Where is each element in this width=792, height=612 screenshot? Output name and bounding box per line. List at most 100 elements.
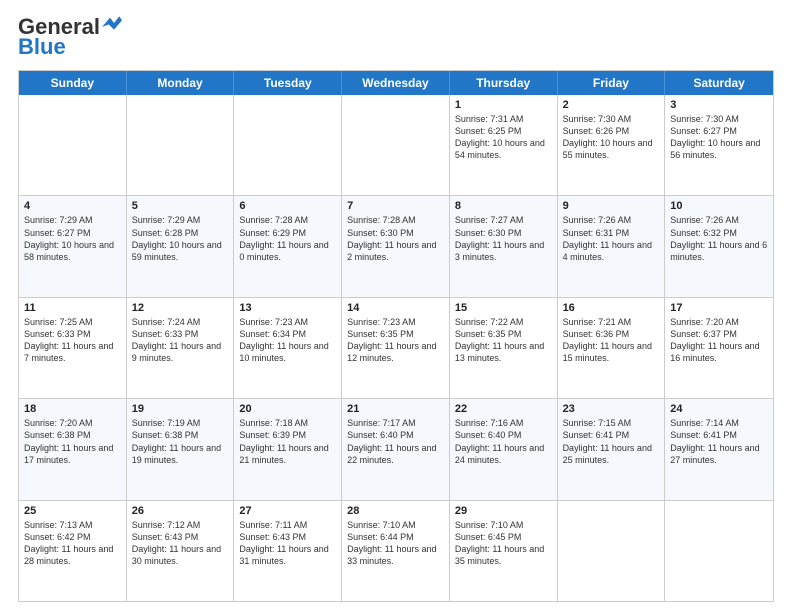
day-info: Sunrise: 7:24 AM Sunset: 6:33 PM Dayligh…: [132, 316, 229, 365]
day-number: 12: [132, 302, 229, 314]
day-number: 16: [563, 302, 660, 314]
day-number: 22: [455, 403, 552, 415]
day-header-tuesday: Tuesday: [234, 71, 342, 95]
calendar-day-2: 2 Sunrise: 7:30 AM Sunset: 6:26 PM Daylig…: [558, 95, 666, 195]
day-header-monday: Monday: [127, 71, 235, 95]
day-number: 3: [670, 99, 768, 111]
day-info: Sunrise: 7:14 AM Sunset: 6:41 PM Dayligh…: [670, 417, 768, 466]
day-info: Sunrise: 7:10 AM Sunset: 6:45 PM Dayligh…: [455, 519, 552, 568]
day-info: Sunrise: 7:26 AM Sunset: 6:31 PM Dayligh…: [563, 214, 660, 263]
day-info: Sunrise: 7:27 AM Sunset: 6:30 PM Dayligh…: [455, 214, 552, 263]
calendar-day-10: 10 Sunrise: 7:26 AM Sunset: 6:32 PM Dayli…: [665, 196, 773, 296]
calendar-day-5: 5Sunrise: 7:29 AM Sunset: 6:28 PM Daylig…: [127, 196, 235, 296]
day-number: 2: [563, 99, 660, 111]
day-info: Sunrise: 7:10 AM Sunset: 6:44 PM Dayligh…: [347, 519, 444, 568]
calendar-day-26: 26 Sunrise: 7:12 AM Sunset: 6:43 PM Dayli…: [127, 501, 235, 601]
day-number: 4: [24, 200, 121, 212]
calendar-body: 1 Sunrise: 7:31 AM Sunset: 6:25 PM Daylig…: [19, 95, 773, 601]
day-number: 5: [132, 200, 229, 212]
day-number: 6: [239, 200, 336, 212]
calendar-day-25: 25Sunrise: 7:13 AM Sunset: 6:42 PM Dayli…: [19, 501, 127, 601]
day-info: Sunrise: 7:15 AM Sunset: 6:41 PM Dayligh…: [563, 417, 660, 466]
day-number: 14: [347, 302, 444, 314]
day-info: Sunrise: 7:30 AM Sunset: 6:27 PM Dayligh…: [670, 113, 768, 162]
day-info: Sunrise: 7:26 AM Sunset: 6:32 PM Dayligh…: [670, 214, 768, 263]
calendar-day-3: 3 Sunrise: 7:30 AM Sunset: 6:27 PM Daylig…: [665, 95, 773, 195]
calendar-day-19: 19Sunrise: 7:19 AM Sunset: 6:38 PM Dayli…: [127, 399, 235, 499]
day-info: Sunrise: 7:17 AM Sunset: 6:40 PM Dayligh…: [347, 417, 444, 466]
day-info: Sunrise: 7:29 AM Sunset: 6:27 PM Dayligh…: [24, 214, 121, 263]
day-header-thursday: Thursday: [450, 71, 558, 95]
day-info: Sunrise: 7:23 AM Sunset: 6:34 PM Dayligh…: [239, 316, 336, 365]
day-number: 29: [455, 505, 552, 517]
day-number: 13: [239, 302, 336, 314]
day-header-wednesday: Wednesday: [342, 71, 450, 95]
day-info: Sunrise: 7:22 AM Sunset: 6:35 PM Dayligh…: [455, 316, 552, 365]
header: General Blue: [18, 16, 774, 60]
day-number: 9: [563, 200, 660, 212]
calendar-header: SundayMondayTuesdayWednesdayThursdayFrid…: [19, 71, 773, 95]
calendar-day-22: 22 Sunrise: 7:16 AM Sunset: 6:40 PM Dayli…: [450, 399, 558, 499]
day-info: Sunrise: 7:13 AM Sunset: 6:42 PM Dayligh…: [24, 519, 121, 568]
day-info: Sunrise: 7:28 AM Sunset: 6:30 PM Dayligh…: [347, 214, 444, 263]
logo: General Blue: [18, 16, 122, 60]
day-info: Sunrise: 7:11 AM Sunset: 6:43 PM Dayligh…: [239, 519, 336, 568]
day-number: 24: [670, 403, 768, 415]
day-info: Sunrise: 7:16 AM Sunset: 6:40 PM Dayligh…: [455, 417, 552, 466]
day-header-sunday: Sunday: [19, 71, 127, 95]
calendar-empty-cell: [342, 95, 450, 195]
calendar-day-17: 17 Sunrise: 7:20 AM Sunset: 6:37 PM Dayli…: [665, 298, 773, 398]
calendar-day-8: 8 Sunrise: 7:27 AM Sunset: 6:30 PM Daylig…: [450, 196, 558, 296]
day-number: 23: [563, 403, 660, 415]
calendar-week-5: 25Sunrise: 7:13 AM Sunset: 6:42 PM Dayli…: [19, 500, 773, 601]
calendar-day-18: 18 Sunrise: 7:20 AM Sunset: 6:38 PM Dayli…: [19, 399, 127, 499]
calendar-day-1: 1 Sunrise: 7:31 AM Sunset: 6:25 PM Daylig…: [450, 95, 558, 195]
calendar-day-29: 29 Sunrise: 7:10 AM Sunset: 6:45 PM Dayli…: [450, 501, 558, 601]
calendar-day-21: 21 Sunrise: 7:17 AM Sunset: 6:40 PM Dayli…: [342, 399, 450, 499]
day-number: 17: [670, 302, 768, 314]
day-number: 11: [24, 302, 121, 314]
calendar-day-23: 23 Sunrise: 7:15 AM Sunset: 6:41 PM Dayli…: [558, 399, 666, 499]
calendar-week-4: 18 Sunrise: 7:20 AM Sunset: 6:38 PM Dayli…: [19, 398, 773, 499]
calendar-day-20: 20Sunrise: 7:18 AM Sunset: 6:39 PM Dayli…: [234, 399, 342, 499]
calendar-empty-cell: [127, 95, 235, 195]
day-info: Sunrise: 7:30 AM Sunset: 6:26 PM Dayligh…: [563, 113, 660, 162]
calendar-day-28: 28Sunrise: 7:10 AM Sunset: 6:44 PM Dayli…: [342, 501, 450, 601]
day-header-friday: Friday: [558, 71, 666, 95]
calendar-day-7: 7 Sunrise: 7:28 AM Sunset: 6:30 PM Daylig…: [342, 196, 450, 296]
day-info: Sunrise: 7:21 AM Sunset: 6:36 PM Dayligh…: [563, 316, 660, 365]
calendar: SundayMondayTuesdayWednesdayThursdayFrid…: [18, 70, 774, 602]
day-info: Sunrise: 7:19 AM Sunset: 6:38 PM Dayligh…: [132, 417, 229, 466]
calendar-day-15: 15 Sunrise: 7:22 AM Sunset: 6:35 PM Dayli…: [450, 298, 558, 398]
day-number: 1: [455, 99, 552, 111]
calendar-day-14: 14 Sunrise: 7:23 AM Sunset: 6:35 PM Dayli…: [342, 298, 450, 398]
day-number: 10: [670, 200, 768, 212]
day-number: 21: [347, 403, 444, 415]
day-header-saturday: Saturday: [665, 71, 773, 95]
calendar-day-24: 24 Sunrise: 7:14 AM Sunset: 6:41 PM Dayli…: [665, 399, 773, 499]
day-number: 15: [455, 302, 552, 314]
day-info: Sunrise: 7:20 AM Sunset: 6:37 PM Dayligh…: [670, 316, 768, 365]
calendar-week-2: 4 Sunrise: 7:29 AM Sunset: 6:27 PM Daylig…: [19, 195, 773, 296]
day-info: Sunrise: 7:28 AM Sunset: 6:29 PM Dayligh…: [239, 214, 336, 263]
calendar-day-13: 13 Sunrise: 7:23 AM Sunset: 6:34 PM Dayli…: [234, 298, 342, 398]
calendar-empty-cell: [19, 95, 127, 195]
day-number: 20: [239, 403, 336, 415]
page: General Blue SundayMondayTuesdayWednesda…: [0, 0, 792, 612]
day-number: 26: [132, 505, 229, 517]
calendar-day-12: 12 Sunrise: 7:24 AM Sunset: 6:33 PM Dayli…: [127, 298, 235, 398]
calendar-day-6: 6 Sunrise: 7:28 AM Sunset: 6:29 PM Daylig…: [234, 196, 342, 296]
day-info: Sunrise: 7:20 AM Sunset: 6:38 PM Dayligh…: [24, 417, 121, 466]
day-number: 8: [455, 200, 552, 212]
calendar-day-11: 11Sunrise: 7:25 AM Sunset: 6:33 PM Dayli…: [19, 298, 127, 398]
day-info: Sunrise: 7:12 AM Sunset: 6:43 PM Dayligh…: [132, 519, 229, 568]
day-number: 18: [24, 403, 121, 415]
calendar-empty-cell: [665, 501, 773, 601]
calendar-day-4: 4 Sunrise: 7:29 AM Sunset: 6:27 PM Daylig…: [19, 196, 127, 296]
day-info: Sunrise: 7:23 AM Sunset: 6:35 PM Dayligh…: [347, 316, 444, 365]
day-info: Sunrise: 7:31 AM Sunset: 6:25 PM Dayligh…: [455, 113, 552, 162]
calendar-day-16: 16 Sunrise: 7:21 AM Sunset: 6:36 PM Dayli…: [558, 298, 666, 398]
calendar-day-9: 9 Sunrise: 7:26 AM Sunset: 6:31 PM Daylig…: [558, 196, 666, 296]
calendar-week-1: 1 Sunrise: 7:31 AM Sunset: 6:25 PM Daylig…: [19, 95, 773, 195]
day-number: 7: [347, 200, 444, 212]
